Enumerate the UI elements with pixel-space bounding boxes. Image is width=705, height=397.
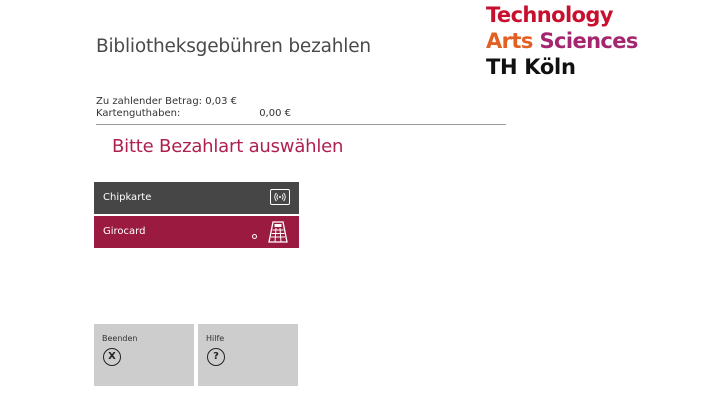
- amount-due-text: Zu zahlender Betrag: 0,03 €: [96, 96, 238, 107]
- card-terminal-icon: [268, 221, 288, 243]
- chipkarte-button[interactable]: Chipkarte: [94, 182, 299, 214]
- contactless-card-icon: [270, 189, 290, 205]
- logo-arts: Arts: [486, 29, 533, 53]
- logo-th-koeln: TH Köln: [486, 55, 576, 79]
- beenden-label: Beenden: [102, 334, 138, 343]
- card-balance-row: Kartenguthaben: 0,00 €: [96, 107, 291, 120]
- close-circle-icon: X: [103, 348, 121, 366]
- logo-sciences: Sciences: [539, 29, 638, 53]
- indicator-dot-icon: [252, 234, 257, 239]
- help-circle-icon: ?: [207, 348, 225, 366]
- payment-method-prompt: Bitte Bezahlart auswählen: [112, 136, 344, 157]
- card-balance-label: Kartenguthaben:: [96, 108, 181, 119]
- logo-technology: Technology: [486, 3, 614, 27]
- divider: [96, 124, 506, 125]
- th-koeln-logo: Technology Arts Sciences TH Köln: [486, 2, 638, 80]
- beenden-button[interactable]: Beenden X: [94, 324, 194, 386]
- girocard-label: Girocard: [103, 226, 146, 237]
- chipkarte-label: Chipkarte: [103, 192, 152, 203]
- hilfe-button[interactable]: Hilfe ?: [198, 324, 298, 386]
- girocard-button[interactable]: Girocard: [94, 216, 299, 248]
- logo-arts-sciences: Arts Sciences: [486, 28, 638, 54]
- card-balance-value: 0,00 €: [259, 108, 291, 119]
- page-title: Bibliotheksgebühren bezahlen: [96, 36, 371, 57]
- hilfe-label: Hilfe: [206, 334, 225, 343]
